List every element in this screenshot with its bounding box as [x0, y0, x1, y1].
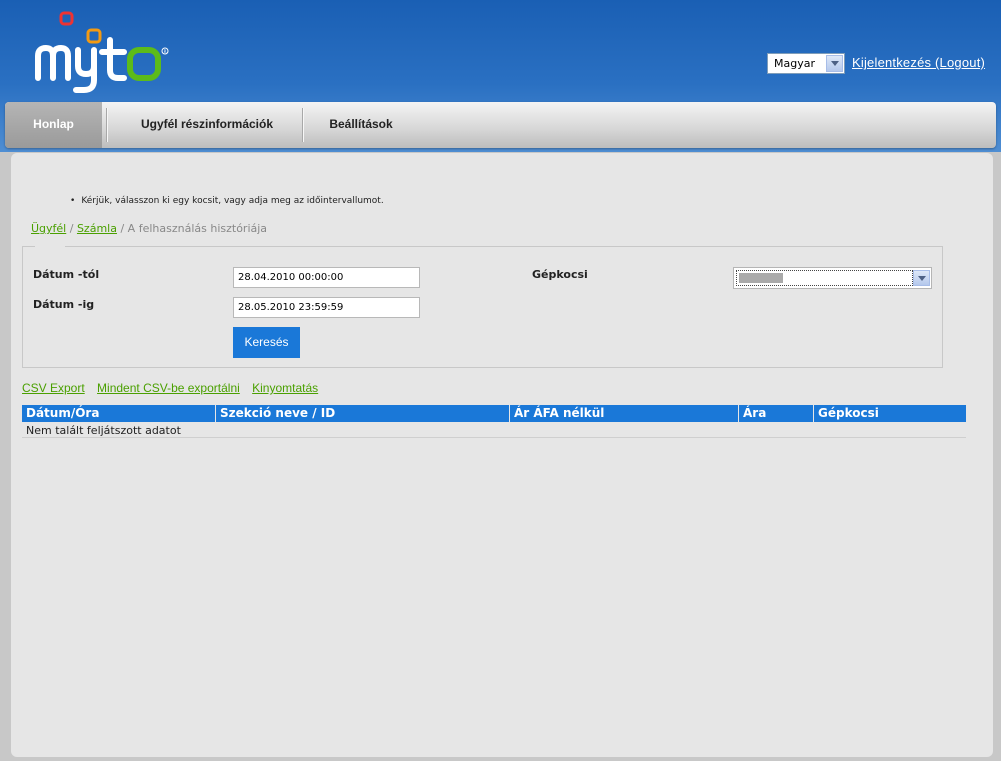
language-select[interactable]: Magyar — [767, 53, 845, 74]
breadcrumb-szamla[interactable]: Számla — [77, 222, 117, 235]
nav-divider — [106, 108, 108, 142]
tab-ugyfel-reszinformaciok[interactable]: Ugyfél részinformációk — [109, 102, 305, 148]
tab-beallitasok[interactable]: Beállítások — [305, 102, 417, 148]
date-to-label: Dátum -ig — [33, 298, 95, 311]
fieldset-legend-gap — [35, 244, 65, 248]
table-header: Dátum/Óra Szekció neve / ID Ár ÁFA nélkü… — [22, 405, 966, 422]
csv-export-link[interactable]: CSV Export — [22, 381, 85, 395]
chevron-down-icon[interactable] — [913, 270, 930, 286]
myto-logo[interactable]: R — [30, 10, 175, 95]
breadcrumb-current: A felhasználás hisztóriája — [127, 222, 268, 235]
export-links: CSV Export Mindent CSV-be exportálni Kin… — [22, 381, 327, 395]
logout-link[interactable]: Kijelentkezés (Logout) — [852, 55, 985, 70]
column-header-gepkocsi[interactable]: Gépkocsi — [814, 405, 966, 422]
search-form — [22, 246, 943, 368]
tab-honlap[interactable]: Honlap — [5, 102, 102, 148]
car-select-value — [736, 270, 913, 286]
export-all-csv-link[interactable]: Mindent CSV-be exportálni — [97, 381, 240, 395]
language-value: Magyar — [774, 57, 815, 70]
chevron-down-icon[interactable] — [826, 55, 843, 72]
table-empty-row: Nem talált feljátszott adatot — [22, 423, 966, 438]
svg-text:R: R — [164, 49, 167, 54]
main-nav: Honlap Ugyfél részinformációk Beállításo… — [5, 102, 996, 148]
notice-message: Kérjük, válasszon ki egy kocsit, vagy ad… — [70, 196, 383, 206]
car-label: Gépkocsi — [532, 268, 588, 281]
date-to-input[interactable]: 28.05.2010 23:59:59 — [233, 297, 420, 318]
date-from-label: Dátum -tól — [33, 268, 100, 281]
date-from-input[interactable]: 28.04.2010 00:00:00 — [233, 267, 420, 288]
nav-divider — [302, 108, 304, 142]
breadcrumb-ugyfel[interactable]: Ügyfél — [31, 222, 66, 235]
content-panel — [11, 153, 993, 757]
search-button[interactable]: Keresés — [233, 327, 300, 358]
column-header-datum[interactable]: Dátum/Óra — [22, 405, 216, 422]
car-select[interactable] — [733, 267, 932, 289]
print-link[interactable]: Kinyomtatás — [252, 381, 318, 395]
column-header-szekcio[interactable]: Szekció neve / ID — [216, 405, 510, 422]
column-header-ara[interactable]: Ára — [739, 405, 814, 422]
breadcrumb: Ügyfél / Számla / A felhasználás hisztór… — [31, 222, 268, 235]
column-header-ar-afa-nelkul[interactable]: Ár ÁFA nélkül — [510, 405, 739, 422]
